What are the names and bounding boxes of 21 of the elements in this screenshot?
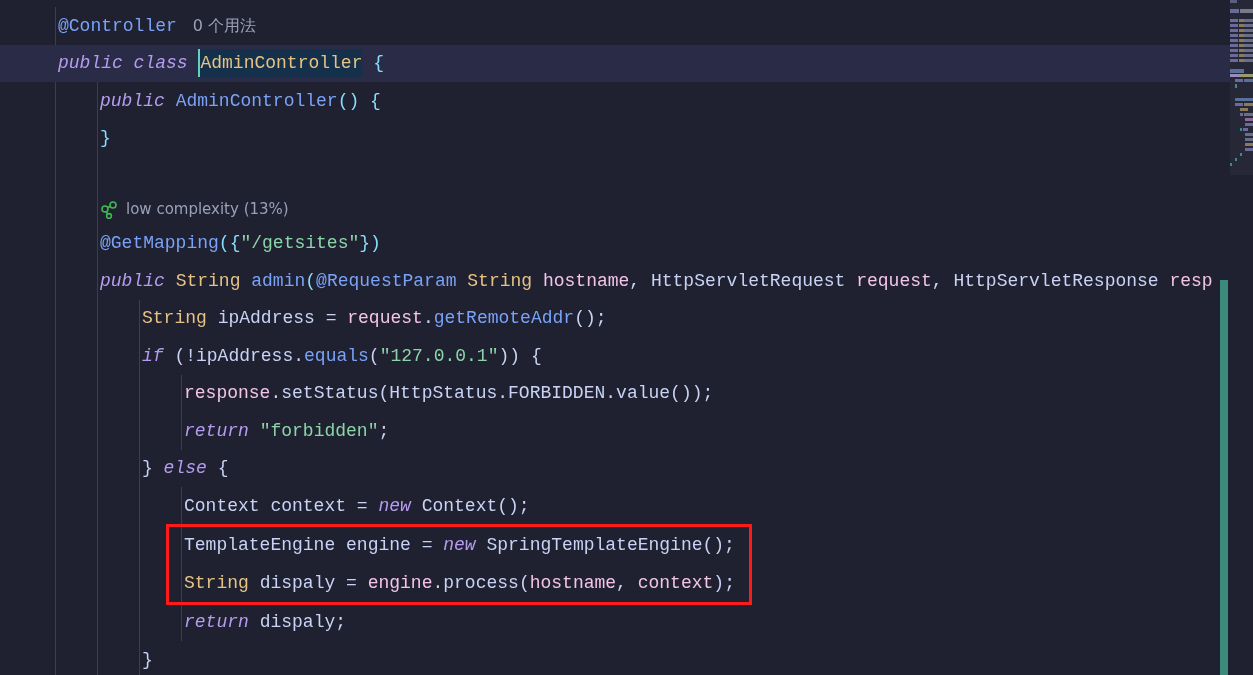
code-line: public String admin(@RequestParam String hostname, HttpServletRequest request, HttpServletResponse resp — [100, 269, 1213, 293]
graph-nodes-icon — [100, 200, 118, 219]
code-line: String dispaly = engine.process(hostname, context); — [184, 571, 735, 595]
code-line: Context context = new Context(); — [184, 494, 530, 518]
code-line: public class AdminController { — [58, 49, 385, 78]
code-line: response.setStatus(HttpStatus.FORBIDDEN.value()); — [184, 382, 714, 406]
minimap-drawing[interactable] — [1230, 0, 1253, 175]
code-line: @GetMapping({"/getsites"}) — [100, 232, 381, 256]
usage-hint[interactable]: 0 个用法 — [192, 13, 257, 38]
code-line: } else { — [142, 457, 229, 481]
code-line: } — [142, 648, 153, 672]
code-line: } — [100, 127, 111, 151]
code-line: TemplateEngine engine = new SpringTemplateEngine(); — [184, 534, 735, 558]
code-line: return dispaly; — [184, 611, 347, 635]
scrollbar-thumb[interactable] — [1220, 280, 1228, 675]
code-line: String ipAddress = request.getRemoteAddr(); — [142, 307, 607, 331]
code-line: if (!ipAddress.equals("127.0.0.1")) { — [142, 344, 542, 368]
code-line: return "forbidden"; — [184, 419, 390, 443]
complexity-hint[interactable]: low complexity (13%) — [126, 198, 289, 221]
code-line: public AdminController() { — [100, 89, 381, 113]
code-line: @Controller — [58, 14, 177, 38]
